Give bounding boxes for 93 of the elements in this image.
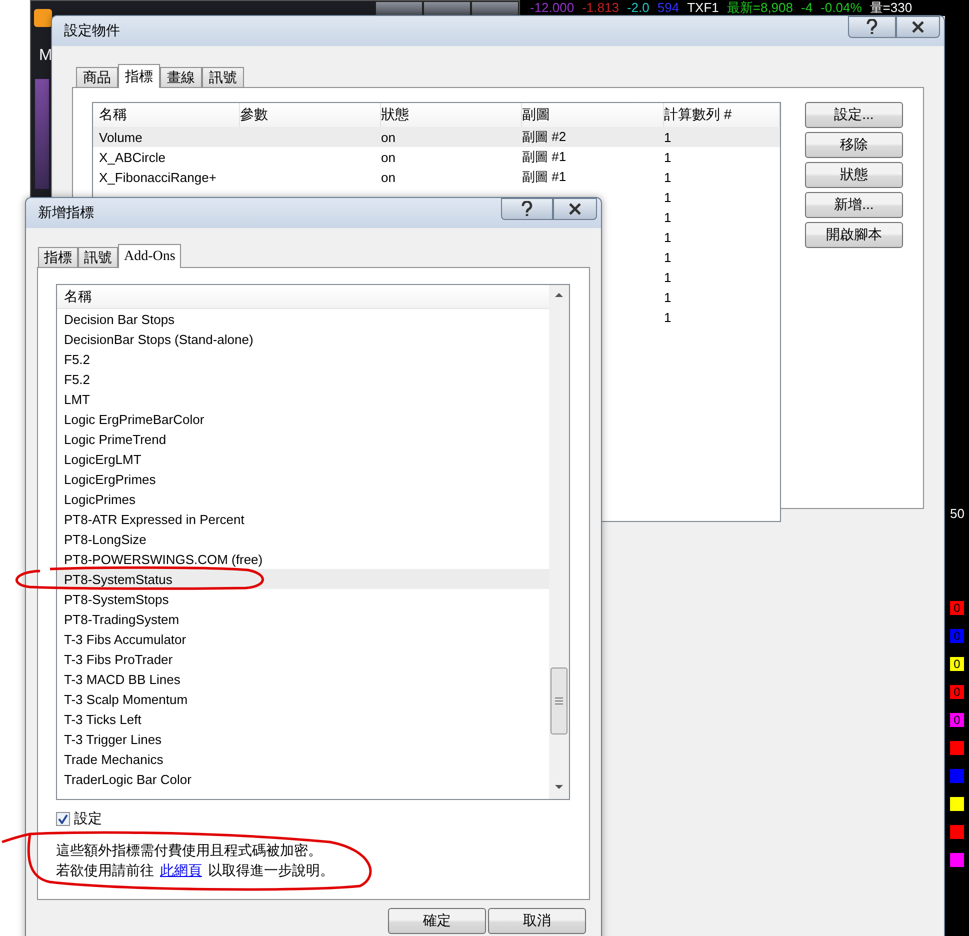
list-item[interactable]: PT8-POWERSWINGS.COM (free) [57,549,549,569]
quote-value: 量=330 [870,0,912,16]
tab[interactable]: 指標 [118,64,160,88]
table-row[interactable]: Volume on 副圖 #2 1 [93,127,780,147]
list-item[interactable]: T-3 Fibs Accumulator [57,629,549,649]
table-cell-text: 副圖 #2 [522,128,568,146]
check-icon [58,814,68,824]
table-cell-text: 1 [664,230,672,244]
list-item[interactable]: LogicErgPrimes [57,469,549,489]
tab[interactable]: Add-Ons [118,244,182,268]
table-row[interactable]: X_ABCircle on 副圖 #1 1 [93,147,780,167]
value-marker: 0 [950,685,964,699]
app-label: M [39,47,52,65]
table-cell-text: 1 [664,290,672,304]
tab[interactable]: 訊號 [78,247,118,268]
value-marker: 0 [950,657,964,671]
dialog-button[interactable]: 開啟腳本 [805,222,903,248]
close-button[interactable] [896,16,940,38]
note-text: 若欲使用請前往 [56,862,154,880]
quote-value: 最新=8,908 [726,0,793,16]
list-item[interactable]: LogicErgLMT [57,449,549,469]
dialog-button[interactable]: 移除 [805,132,903,158]
tab[interactable]: 畫線 [160,67,202,88]
quote-value: -0.04% [820,0,862,16]
window-title: 設定物件 [64,22,120,40]
help-button[interactable] [501,198,553,220]
list-item[interactable]: F5.2 [57,369,549,389]
dialog-button[interactable]: 狀態 [805,162,903,188]
checkbox-label: 設定 [74,810,102,828]
help-icon [866,19,878,35]
list-item[interactable]: PT8-SystemStatus [57,569,549,589]
table-cell-text: X_FibonacciRange+ [99,170,218,184]
list-item[interactable]: T-3 Trigger Lines [57,729,549,749]
app-icon [34,9,52,27]
table-cell-text: X_ABCircle [99,150,166,164]
table-cell-text: 副圖 #1 [522,148,568,166]
table-cell-text: 1 [664,170,672,184]
list-item[interactable]: LMT [57,389,549,409]
scrollbar[interactable] [549,285,569,799]
table-row[interactable]: X_FibonacciRange+ on 副圖 #1 1 [93,167,780,187]
value-marker: 0 [950,601,964,615]
list-item[interactable]: PT8-LongSize [57,529,549,549]
help-button[interactable] [848,16,896,38]
tab[interactable]: 訊號 [202,67,244,88]
close-button[interactable] [553,198,597,220]
close-icon [568,203,582,215]
table-cell-text: on [381,130,396,144]
list-item[interactable]: T-3 Fibs ProTrader [57,649,549,669]
table-cell-text: 1 [664,270,672,284]
table-cell-text: 1 [664,150,672,164]
list-item[interactable]: Logic ErgPrimeBarColor [57,409,549,429]
list-item[interactable]: Logic PrimeTrend [57,429,549,449]
quote-value: -12.000 [530,0,574,16]
web-link[interactable]: 此網頁 [160,862,202,880]
checkbox[interactable] [56,812,70,826]
dialog-button[interactable]: 取消 [488,908,586,934]
list-item[interactable]: PT8-TradingSystem [57,609,549,629]
quote-value: 594 [657,0,680,16]
quote-value: TXF1 [687,0,719,16]
note-text: 以取得進一步說明。 [208,862,334,880]
table-cell-text: 1 [664,210,672,224]
list-item[interactable]: PT8-SystemStops [57,589,549,609]
table-cell-text: on [381,150,396,164]
help-icon [521,201,533,217]
dialog-button[interactable]: 設定... [805,102,903,128]
list-item[interactable]: T-3 Scalp Momentum [57,689,549,709]
dialog-button[interactable]: 確定 [388,908,486,934]
tab[interactable]: 商品 [76,67,118,88]
quote-value: -2.0 [626,0,650,16]
window-title: 新增指標 [38,204,94,222]
table-cell-text: Volume [99,130,144,144]
tab[interactable]: 指標 [38,247,78,268]
list-item[interactable]: Trade Mechanics [57,749,549,769]
list-item[interactable]: TraderLogic Bar Color [57,769,549,789]
value-marker: 0 [950,713,964,727]
quote-value: -4 [801,0,813,16]
table-cell-text: 副圖 #1 [522,168,568,186]
value-marker: 0 [950,629,964,643]
list-item[interactable]: PT8-ATR Expressed in Percent [57,509,549,529]
list-item[interactable]: Decision Bar Stops [57,309,549,329]
quote-value: -1.813 [582,0,619,16]
axis-label: 50 [950,506,964,521]
list-item[interactable]: LogicPrimes [57,489,549,509]
table-cell-text: 1 [664,130,672,144]
table-cell-text: 1 [664,190,672,204]
list-item[interactable]: T-3 Ticks Left [57,709,549,729]
table-cell-text: on [381,170,396,184]
close-icon [911,21,925,33]
list-item[interactable]: T-3 MACD BB Lines [57,669,549,689]
note-text: 這些額外指標需付費使用且程式碼被加密。 [56,842,323,860]
list-item[interactable]: DecisionBar Stops (Stand-alone) [57,329,549,349]
dialog-button[interactable]: 新增... [805,192,903,218]
list-item[interactable]: F5.2 [57,349,549,369]
